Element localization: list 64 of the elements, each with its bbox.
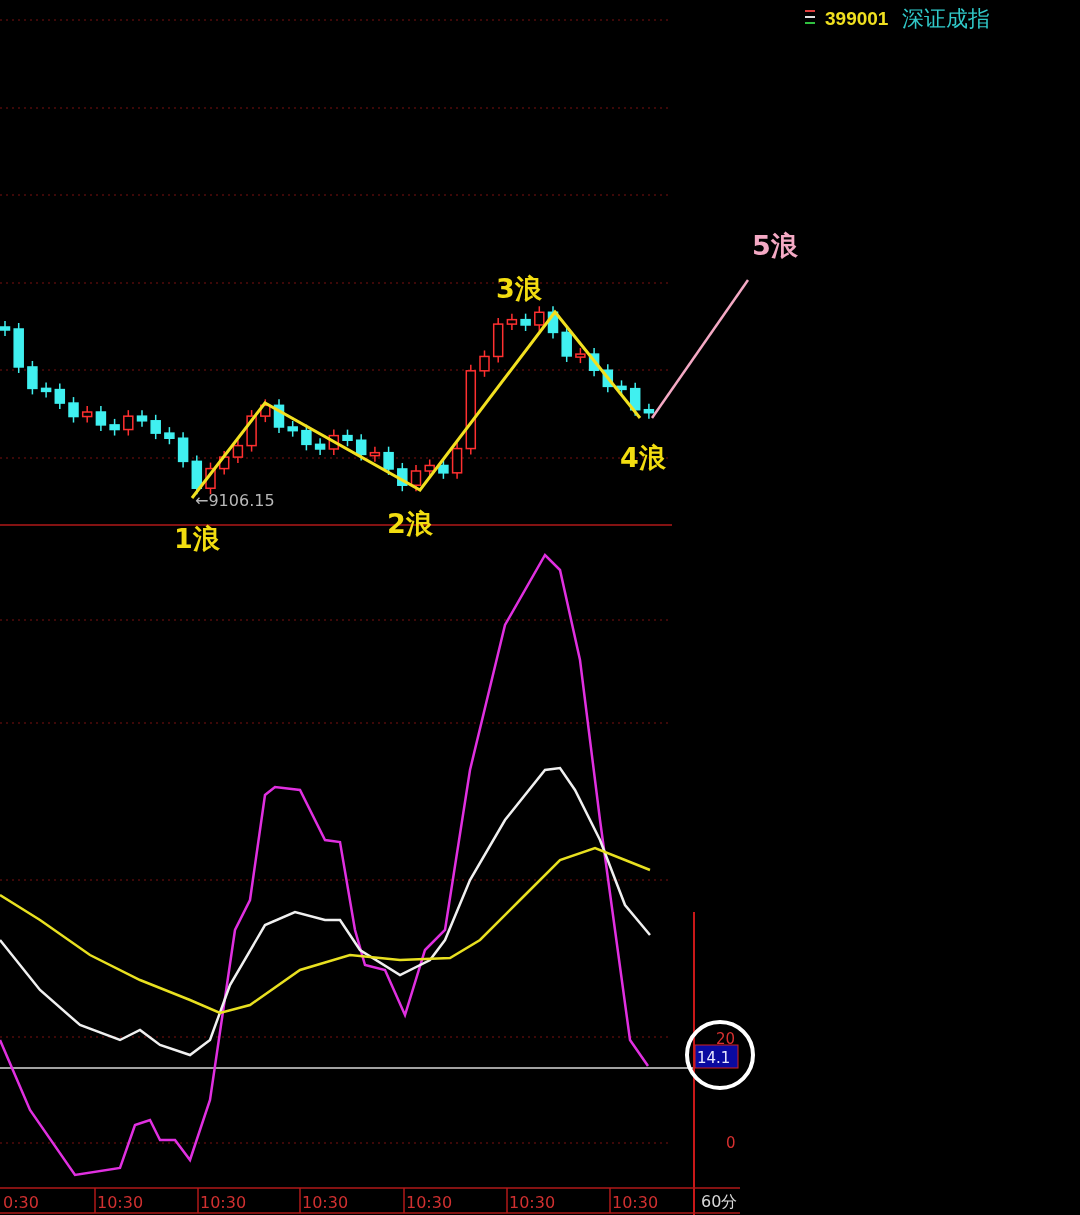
candlestick — [451, 441, 463, 480]
index-name: 深证成指 — [902, 6, 990, 31]
candlestick — [246, 409, 257, 453]
candlestick — [424, 458, 435, 478]
candlestick — [68, 396, 79, 424]
candlestick — [314, 437, 326, 456]
current-value-badge: 14.1 — [694, 1044, 739, 1069]
candlestick — [342, 428, 353, 447]
candlestick — [0, 320, 11, 337]
candlestick — [479, 349, 490, 378]
candlestick — [383, 445, 394, 476]
candlestick — [218, 450, 230, 476]
time-label: 10:30 — [612, 1193, 659, 1212]
candlestick — [54, 382, 66, 410]
candlestick — [13, 322, 24, 374]
time-label: 10:30 — [200, 1193, 247, 1212]
candlestick — [369, 445, 381, 463]
wave-label: 2浪 — [387, 508, 433, 539]
candlestick — [191, 454, 203, 495]
candlestick — [629, 381, 641, 417]
candlestick — [534, 305, 545, 332]
candlestick — [177, 431, 189, 469]
axis-label: 0 — [726, 1134, 736, 1152]
candlestick — [95, 405, 107, 432]
candlestick — [109, 418, 120, 437]
candlestick — [273, 398, 285, 434]
wave-label: 3浪 — [496, 273, 542, 304]
candlestick — [136, 409, 148, 428]
candlestick — [355, 433, 367, 462]
candlestick — [205, 461, 216, 495]
candlestick — [643, 402, 655, 420]
candlestick — [287, 420, 298, 438]
candlestick — [492, 317, 504, 364]
wave-label: 1浪 — [174, 523, 220, 554]
candlestick — [232, 438, 244, 464]
low-price-label: ←9106.15 — [195, 491, 275, 510]
candlestick — [123, 409, 134, 437]
wave-label: 4浪 — [620, 442, 666, 473]
candlestick — [328, 428, 340, 456]
candlestick — [397, 462, 408, 492]
candlestick — [547, 305, 559, 340]
time-label: 10:30 — [302, 1193, 349, 1212]
candlestick — [438, 458, 449, 480]
candlestick — [506, 312, 518, 331]
time-label: 10:30 — [406, 1193, 453, 1212]
candlestick — [520, 312, 531, 332]
candlestick — [150, 414, 161, 440]
index-code: 399001 — [825, 8, 889, 29]
period-label: 60分 — [701, 1192, 738, 1211]
time-label: 0:30 — [3, 1193, 39, 1212]
candlestick — [164, 426, 175, 445]
time-label: 10:30 — [97, 1193, 144, 1212]
candlestick — [40, 381, 52, 399]
candlestick — [588, 347, 600, 377]
wave-label: 5浪 — [752, 230, 798, 261]
menu-icon[interactable] — [804, 10, 816, 24]
candlestick — [602, 363, 614, 394]
time-label: 10:30 — [509, 1193, 556, 1212]
candlestick — [575, 347, 586, 364]
candlestick — [410, 464, 422, 492]
highlight-circle — [685, 1020, 755, 1090]
candlestick — [81, 405, 93, 424]
candlestick — [27, 360, 38, 396]
candlestick — [260, 398, 271, 423]
